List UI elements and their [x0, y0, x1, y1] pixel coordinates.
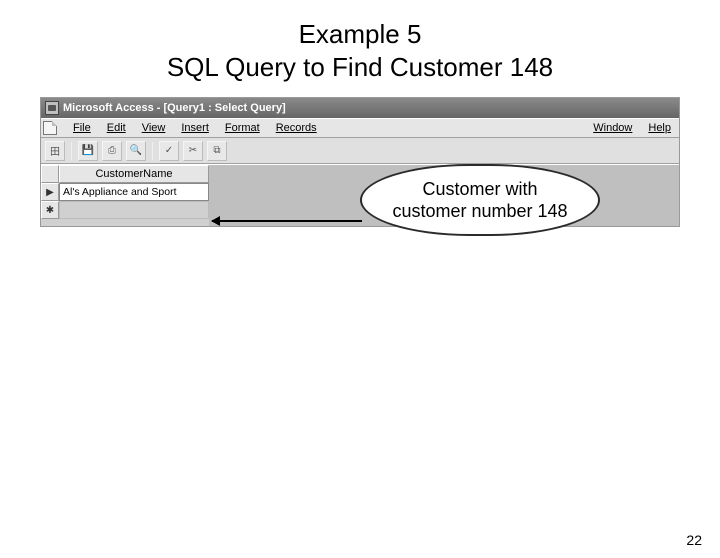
window-titlebar: Microsoft Access - [Query1 : Select Quer…: [41, 98, 679, 118]
menu-edit[interactable]: Edit: [99, 120, 134, 136]
access-app-icon: [45, 101, 59, 115]
menubar: File Edit View Insert Format Records Win…: [41, 118, 679, 138]
document-icon[interactable]: [43, 121, 57, 135]
current-row-marker-icon: ▶: [46, 187, 54, 198]
row-selector-current[interactable]: ▶: [41, 183, 59, 201]
menu-view[interactable]: View: [134, 120, 174, 136]
menu-insert[interactable]: Insert: [173, 120, 217, 136]
window-title-text: Microsoft Access - [Query1 : Select Quer…: [63, 102, 286, 114]
callout-line1: Customer with: [422, 179, 537, 199]
cell-row1-customername[interactable]: Al's Appliance and Sport: [59, 183, 209, 201]
toolbar-preview-icon[interactable]: 🔍: [126, 141, 146, 161]
menu-format[interactable]: Format: [217, 120, 268, 136]
menu-records[interactable]: Records: [268, 120, 325, 136]
row-selector-new[interactable]: ✱: [41, 201, 59, 219]
toolbar-print-icon[interactable]: ⎙: [102, 141, 122, 161]
column-header-customername[interactable]: CustomerName: [59, 165, 209, 183]
slide-title: Example 5 SQL Query to Find Customer 148: [0, 18, 720, 83]
toolbar-save-icon[interactable]: 💾: [78, 141, 98, 161]
toolbar: ⽥ 💾 ⎙ 🔍 ✓ ✂ ⧉: [41, 138, 679, 164]
toolbar-spell-icon[interactable]: ✓: [159, 141, 179, 161]
menu-help[interactable]: Help: [640, 120, 679, 136]
new-row-marker-icon: ✱: [46, 205, 54, 216]
row-selector-column: ▶ ✱: [41, 165, 59, 226]
toolbar-separator: [71, 142, 72, 160]
slide-title-line1: Example 5: [299, 19, 422, 49]
empty-grid-row: [59, 201, 209, 219]
toolbar-view-icon[interactable]: ⽥: [45, 141, 65, 161]
annotation-callout: Customer with customer number 148: [360, 164, 600, 236]
callout-line2: customer number 148: [392, 201, 567, 221]
menu-file[interactable]: File: [65, 120, 99, 136]
toolbar-copy-icon[interactable]: ⧉: [207, 141, 227, 161]
page-number: 22: [686, 532, 702, 548]
toolbar-separator: [152, 142, 153, 160]
menu-window[interactable]: Window: [585, 120, 640, 136]
callout-arrow-icon: [212, 220, 362, 222]
corner-selector[interactable]: [41, 165, 59, 183]
datasheet-grid: CustomerName Al's Appliance and Sport: [59, 165, 209, 226]
toolbar-cut-icon[interactable]: ✂: [183, 141, 203, 161]
slide-title-line2: SQL Query to Find Customer 148: [167, 52, 553, 82]
